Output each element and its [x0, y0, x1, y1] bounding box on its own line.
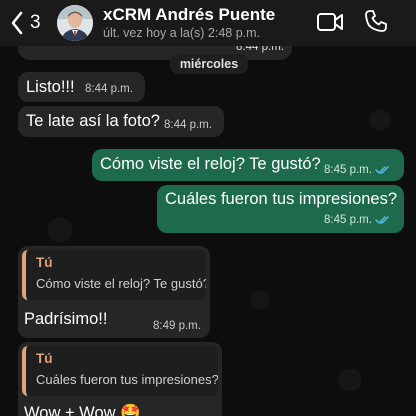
message-time: 8:49 p.m. [153, 320, 201, 332]
outgoing-message[interactable]: Cómo viste el reloj? Te gustó? 8:45 p.m. [92, 149, 404, 181]
day-separator: miércoles [170, 54, 248, 74]
incoming-message[interactable]: Te late así la foto? 8:44 p.m. [18, 106, 224, 137]
quoted-message[interactable]: Tú Cómo viste el reloj? Te gustó? [22, 250, 206, 300]
double-check-icon [375, 166, 389, 174]
outgoing-message[interactable]: Cuáles fueron tus impresiones? 8:45 p.m. [157, 185, 404, 233]
video-call-icon[interactable] [316, 11, 344, 33]
message-text: Listo!!! [26, 78, 75, 96]
message-time: 8:44 p.m. [85, 83, 133, 95]
message-text: Cuáles fueron tus impresiones? [165, 190, 398, 208]
back-button[interactable]: 3 [10, 10, 41, 36]
message-text: Wow + Wow 🤩 [24, 404, 141, 416]
quote-author: Tú [36, 351, 53, 366]
message-time: 8:45 p.m. [324, 164, 372, 176]
message-text: Te late así la foto? [26, 112, 160, 130]
last-seen-status: últ. vez hoy a la(s) 2:48 p.m. [103, 26, 261, 40]
unread-count: 3 [30, 12, 41, 33]
avatar[interactable] [57, 5, 93, 41]
message-meta: 8:45 p.m. [324, 214, 391, 226]
person-photo [57, 5, 93, 41]
quote-text: Cuáles fueron tus impresiones? [36, 372, 218, 387]
message-text: Cómo viste el reloj? Te gustó? [100, 155, 321, 173]
message-meta: 8:45 p.m. [324, 164, 391, 176]
contact-name[interactable]: xCRM Andrés Puente [103, 5, 275, 25]
message-text: Padrísimo!! [24, 310, 108, 328]
message-time: 8:44 p.m. [164, 119, 212, 131]
quote-author: Tú [36, 255, 53, 270]
quoted-message[interactable]: Tú Cuáles fueron tus impresiones? [22, 346, 218, 396]
chat-header: 3 xCRM Andrés Puente últ. vez hoy a la(s… [0, 0, 416, 46]
incoming-reply-message[interactable]: Tú Cuáles fueron tus impresiones? Wow + … [18, 342, 222, 416]
incoming-reply-message[interactable]: Tú Cómo viste el reloj? Te gustó? Padrís… [18, 246, 210, 338]
phone-icon[interactable] [364, 9, 388, 33]
message-time: 8:45 p.m. [324, 214, 372, 226]
quote-text: Cómo viste el reloj? Te gustó? [36, 276, 206, 291]
incoming-message[interactable]: Listo!!! 8:44 p.m. [18, 72, 145, 102]
double-check-icon [375, 216, 389, 224]
chevron-left-icon [11, 11, 23, 35]
